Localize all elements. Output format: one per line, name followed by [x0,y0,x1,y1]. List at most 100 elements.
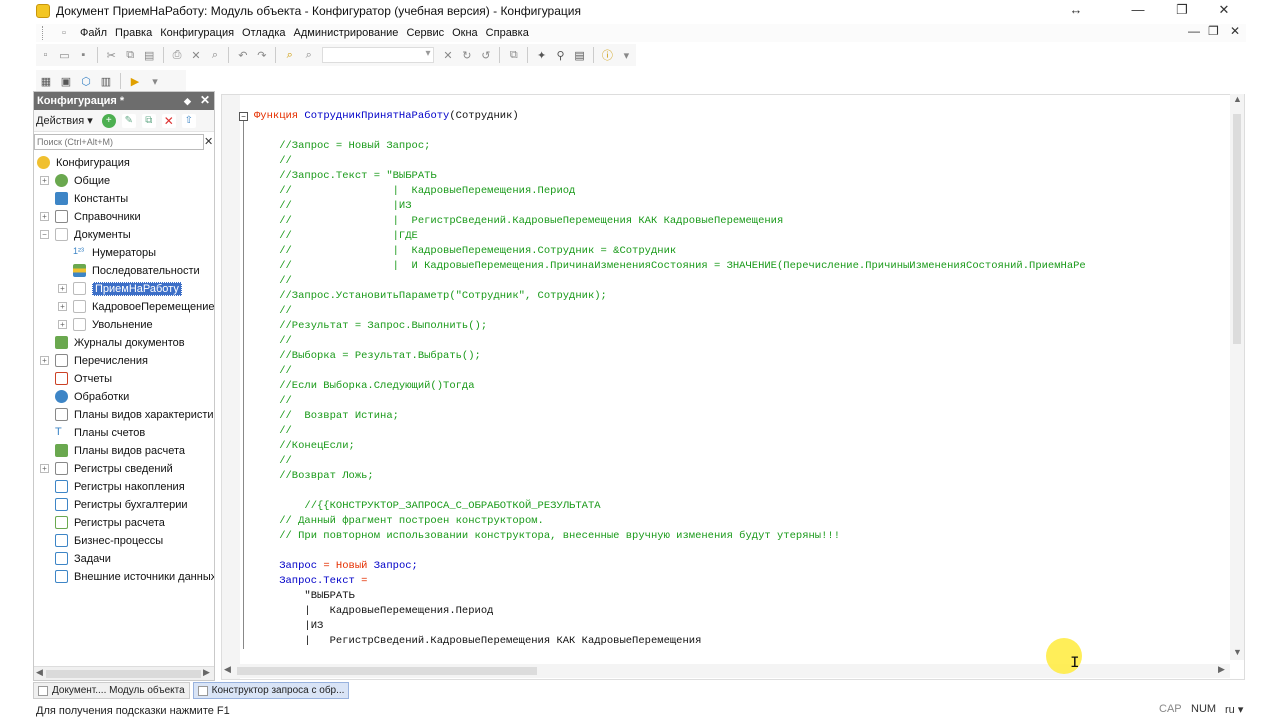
tree-node-document-journals[interactable]: Журналы документов [55,334,185,351]
tab-module[interactable]: Документ.... Модуль объекта [33,682,190,699]
delete-icon[interactable]: ✕ [189,47,204,63]
code-line[interactable]: //Запрос.УстановитьПараметр("Сотрудник",… [254,289,1086,304]
menu-configuration[interactable]: Конфигурация [156,27,238,39]
code-line[interactable]: // | КадровыеПеремещения.Сотрудник = &Со… [254,244,1086,259]
document-icon[interactable]: ▫ [56,25,72,41]
code-line[interactable]: // [254,454,1086,469]
code-line[interactable]: // [254,394,1086,409]
collapse-icon[interactable]: − [40,230,49,239]
print-icon[interactable]: ⎙ [170,47,185,63]
tree-node-tasks[interactable]: Задачи [55,550,111,567]
menu-debug[interactable]: Отладка [238,27,289,39]
save-icon[interactable]: ▪ [76,47,91,63]
edit-icon[interactable]: ✎ [121,113,136,128]
tree-node-uvolnenie[interactable]: + Увольнение [58,316,153,333]
menu-administration[interactable]: Администрирование [290,27,403,39]
tree-node-constants[interactable]: Константы [55,190,128,207]
code-line[interactable]: // | И КадровыеПеремещения.ПричинаИзмене… [254,259,1086,274]
code-line[interactable]: // [254,304,1086,319]
scroll-right-icon[interactable]: ▶ [1218,664,1225,675]
chevron-down-icon[interactable]: ▾ [147,73,163,89]
minimize-button[interactable]: — [1116,0,1160,22]
code-line[interactable]: // Данный фрагмент построен конструкторо… [254,514,1086,529]
copy-icon[interactable]: ⧉ [123,47,138,63]
code-line[interactable]: // | РегистрСведений.КадровыеПеремещения… [254,214,1086,229]
tree-node-chart-of-calculation-types[interactable]: Планы видов расчета [55,442,185,459]
find-icon[interactable]: ⌕ [208,47,223,63]
tree-node-calculation-registers[interactable]: Регистры расчета [55,514,165,531]
find-prev-icon[interactable]: ↺ [478,47,493,63]
clear-icon[interactable]: ✕ [440,47,455,63]
code-line[interactable]: | КадровыеПеремещения.Период [254,604,1086,619]
code-line[interactable]: // При повторном использовании конструкт… [254,529,1086,544]
scroll-right-icon[interactable]: ▶ [203,667,210,678]
delete-icon[interactable]: ✕ [161,113,176,128]
expand-icon[interactable]: + [40,212,49,221]
editor-vertical-scrollbar[interactable]: ▲ ▼ [1230,94,1244,660]
scroll-thumb[interactable] [1233,114,1241,344]
config-window-icon[interactable]: ▦ [38,73,54,89]
code-line[interactable] [254,484,1086,499]
chevron-down-icon[interactable]: ▾ [619,47,634,63]
syntax-helper-icon[interactable]: ▤ [572,47,587,63]
code-line[interactable]: //Возврат Ложь; [254,469,1086,484]
language-indicator[interactable]: ru ▾ [1225,703,1243,716]
tree-node-sequences[interactable]: Последовательности [73,262,200,279]
code-line[interactable]: // Возврат Истина; [254,409,1086,424]
tree-node-data-processors[interactable]: Обработки [55,388,129,405]
code-line[interactable]: //Результат = Запрос.Выполнить(); [254,319,1086,334]
code-line[interactable]: |ИЗ [254,619,1086,634]
tree-node-accumulation-registers[interactable]: Регистры накопления [55,478,185,495]
menu-windows[interactable]: Окна [448,27,482,39]
code-line[interactable]: // [254,154,1086,169]
undo-icon[interactable]: ↶ [235,47,250,63]
code-line[interactable]: // | КадровыеПеремещения.Период [254,184,1086,199]
code-line[interactable]: Запрос = Новый Запрос; [254,559,1086,574]
code-line[interactable]: //Если Выборка.Следующий()Тогда [254,379,1086,394]
query-builder-icon[interactable]: ⚲ [553,47,568,63]
tree-node-priemnarabotu[interactable]: + ПриемНаРаботу [58,280,182,297]
wizard-icon[interactable]: ✦ [534,47,549,63]
panel-horizontal-scrollbar[interactable]: ◀ ▶ [34,666,214,680]
expand-icon[interactable]: + [40,464,49,473]
find-next-icon[interactable]: ↻ [459,47,474,63]
tree-node-chart-of-characteristic-types[interactable]: Планы видов характеристик [55,406,214,423]
tab-query-builder[interactable]: Конструктор запроса с обр... [192,682,350,699]
scroll-left-icon[interactable]: ◀ [224,664,231,675]
config-update-icon[interactable]: ⬡ [78,73,94,89]
menu-service[interactable]: Сервис [402,27,448,39]
move-up-icon[interactable]: ⇧ [181,113,196,128]
expand-icon[interactable]: + [58,302,67,311]
tree-node-kadrovoeperemeshchenie[interactable]: + КадровоеПеремещение [58,298,214,315]
code-line[interactable]: // |ИЗ [254,199,1086,214]
panel-close-button[interactable]: ✕ [200,93,210,107]
tree-node-information-registers[interactable]: + Регистры сведений [40,460,173,477]
scroll-up-icon[interactable]: ▲ [1233,94,1242,104]
search-icon[interactable]: ⌕ [301,47,316,63]
tree-node-reports[interactable]: Отчеты [55,370,112,387]
child-close-button[interactable]: ✕ [1230,24,1240,38]
add-icon[interactable]: + [101,113,116,128]
expand-icon[interactable]: + [40,356,49,365]
search-doc-icon[interactable]: ⌕ [282,47,297,63]
menu-file[interactable]: Файл [76,27,111,39]
actions-menu[interactable]: Действия ▾ [36,114,93,127]
code-line[interactable]: //Запрос = Новый Запрос; [254,139,1086,154]
info-icon[interactable]: ⓘ [600,47,615,63]
code-line[interactable]: Функция СотрудникПринятНаРаботу(Сотрудни… [254,109,1086,124]
expand-icon[interactable]: + [40,176,49,185]
code-line[interactable] [254,544,1086,559]
tree-node-chart-of-accounts[interactable]: Т Планы счетов [55,424,145,441]
tree-node-configuration[interactable]: Конфигурация [37,154,130,171]
menu-edit[interactable]: Правка [111,27,156,39]
cut-icon[interactable]: ✂ [104,47,119,63]
code-line[interactable] [254,124,1086,139]
tree-node-common[interactable]: + Общие [40,172,110,189]
redo-icon[interactable]: ↷ [254,47,269,63]
close-button[interactable]: ✕ [1202,0,1246,22]
pin-icon[interactable]: ◆ [184,96,191,107]
clear-search-icon[interactable]: ✕ [204,135,213,148]
run-icon[interactable]: ▶ [127,73,143,89]
code-line[interactable]: //КонецЕсли; [254,439,1086,454]
code-line[interactable]: //Выборка = Результат.Выбрать(); [254,349,1086,364]
